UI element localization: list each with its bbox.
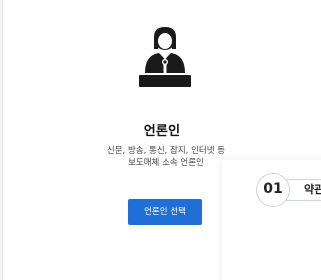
step-label: 약관 <box>304 183 321 196</box>
page: 언론인 신문, 방송, 통신, 잡지, 인터넷 등 보도매체 소속 언론인 언론… <box>0 0 321 280</box>
card-description: 신문, 방송, 통신, 잡지, 인터넷 등 보도매체 소속 언론인 <box>93 145 239 169</box>
step-number: 01 <box>256 173 290 207</box>
card-title: 언론인 <box>143 124 181 139</box>
card-description-line-1: 신문, 방송, 통신, 잡지, 인터넷 등 <box>106 146 226 156</box>
step-panel: 01 약관 <box>222 160 321 280</box>
journalist-podium-icon <box>137 27 193 89</box>
card-description-line-2: 보도매체 소속 언론인 <box>128 158 204 168</box>
select-journalist-button[interactable]: 언론인 선택 <box>128 199 202 225</box>
